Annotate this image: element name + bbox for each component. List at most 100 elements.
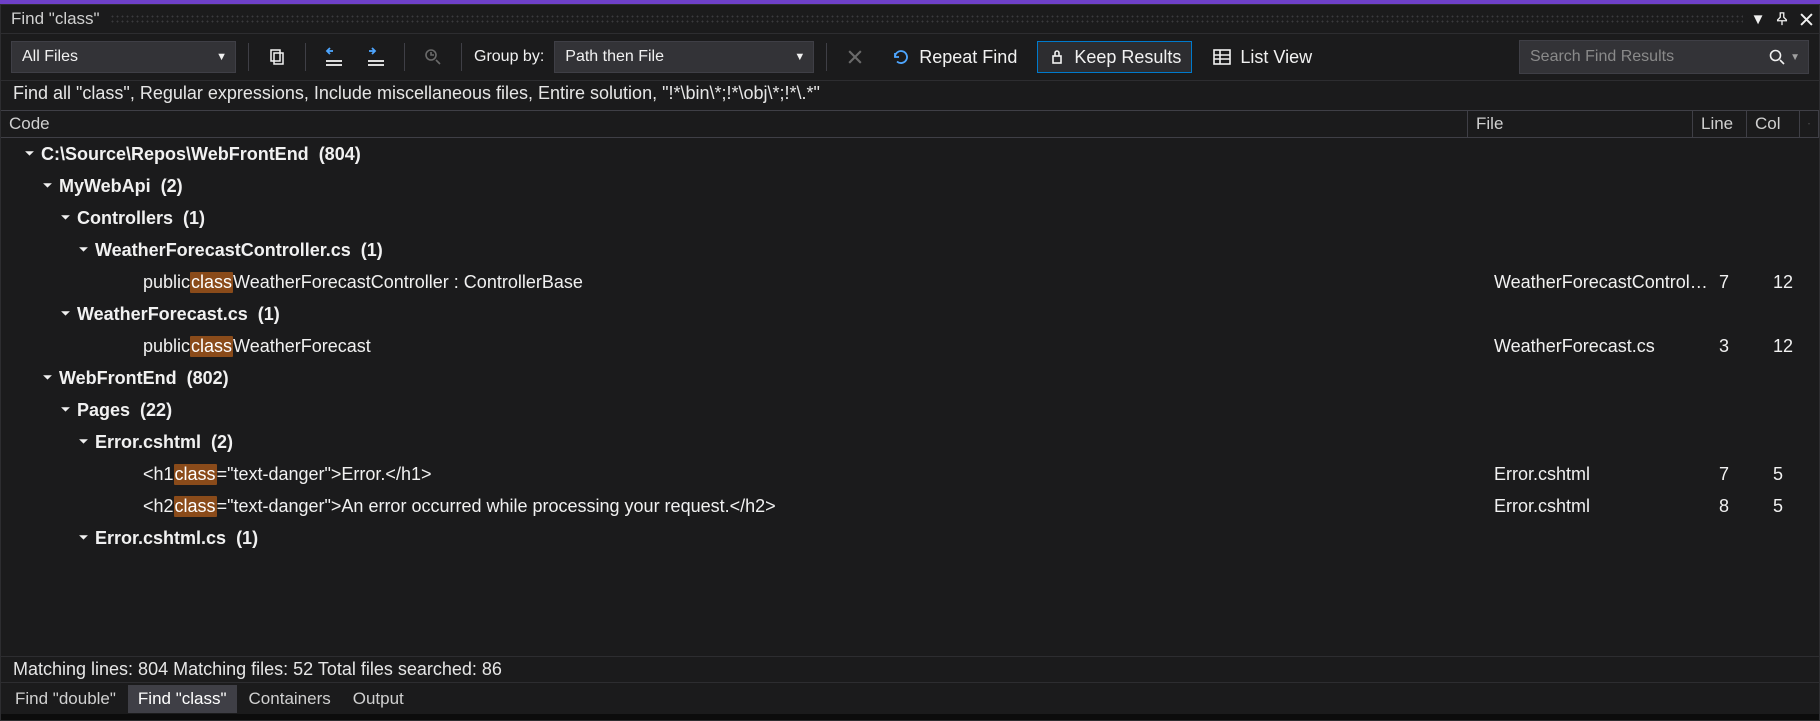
group-count: (22): [130, 400, 172, 421]
chevron-down-icon[interactable]: ▼: [1790, 52, 1800, 63]
match-before: <h1: [143, 464, 174, 485]
scope-combo[interactable]: All Files ▼: [11, 41, 236, 73]
match-after: WeatherForecast: [233, 336, 371, 357]
filter-icon[interactable]: [417, 41, 449, 73]
chevron-down-icon: ▼: [216, 51, 227, 63]
bottom-tab[interactable]: Find "class": [128, 685, 237, 713]
match-highlight: class: [190, 336, 233, 357]
list-view-button[interactable]: List View: [1202, 41, 1322, 73]
copy-icon[interactable]: [261, 41, 293, 73]
titlebar-grip[interactable]: [110, 14, 1743, 24]
expander-icon[interactable]: [57, 405, 73, 416]
match-highlight: class: [174, 464, 217, 485]
match-col: 5: [1765, 496, 1817, 517]
match-before: <h2: [143, 496, 174, 517]
bottom-tab[interactable]: Containers: [239, 685, 341, 713]
toolbar-separator: [461, 43, 462, 71]
list-view-label: List View: [1240, 47, 1312, 68]
tree-group[interactable]: Error.cshtml.cs (1): [1, 522, 1819, 554]
match-highlight: class: [174, 496, 217, 517]
groupby-combo[interactable]: Path then File ▼: [554, 41, 814, 73]
match-col: 12: [1765, 272, 1817, 293]
expander-icon[interactable]: [57, 213, 73, 224]
expander-icon[interactable]: [75, 437, 91, 448]
window-menu-icon[interactable]: ▼: [1749, 10, 1767, 28]
bottom-tabs: Find "double"Find "class"ContainersOutpu…: [1, 682, 1819, 714]
results-tree[interactable]: C:\Source\Repos\WebFrontEnd (804)MyWebAp…: [1, 138, 1819, 656]
expander-icon[interactable]: [75, 245, 91, 256]
column-header-line[interactable]: Line: [1693, 111, 1747, 137]
column-header-code[interactable]: Code: [1, 111, 1468, 137]
column-header-col[interactable]: Col: [1747, 111, 1799, 137]
group-label: Error.cshtml: [95, 432, 201, 453]
repeat-find-button[interactable]: Repeat Find: [881, 41, 1027, 73]
expander-icon[interactable]: [75, 533, 91, 544]
expander-icon[interactable]: [39, 181, 55, 192]
result-row[interactable]: public class WeatherForecastWeatherForec…: [1, 330, 1819, 362]
group-label: MyWebApi: [59, 176, 151, 197]
find-results-panel: Find "class" ▼ All Files ▼: [0, 4, 1820, 721]
search-results-box[interactable]: ▼: [1519, 40, 1809, 74]
match-before: public: [143, 336, 190, 357]
tree-group[interactable]: MyWebApi (2): [1, 170, 1819, 202]
bottom-hairline: [1, 714, 1819, 720]
result-row[interactable]: <h2 class="text-danger">An error occurre…: [1, 490, 1819, 522]
match-line: 7: [1711, 272, 1765, 293]
group-label: WeatherForecast.cs: [77, 304, 248, 325]
expander-icon[interactable]: [57, 309, 73, 320]
group-label: Error.cshtml.cs: [95, 528, 226, 549]
pin-icon[interactable]: [1773, 10, 1791, 28]
search-icon[interactable]: [1768, 48, 1786, 66]
column-header-file[interactable]: File: [1468, 111, 1693, 137]
result-row[interactable]: public class WeatherForecastController :…: [1, 266, 1819, 298]
chevron-down-icon: ▼: [794, 51, 805, 63]
expander-icon[interactable]: [21, 149, 37, 160]
group-count: (2): [151, 176, 183, 197]
group-label: WeatherForecastController.cs: [95, 240, 351, 261]
toolbar-separator: [248, 43, 249, 71]
group-label: Pages: [77, 400, 130, 421]
match-highlight: class: [190, 272, 233, 293]
tree-group[interactable]: Error.cshtml (2): [1, 426, 1819, 458]
scope-combo-label: All Files: [22, 48, 78, 66]
match-after: ="text-danger">An error occurred while p…: [217, 496, 776, 517]
repeat-find-label: Repeat Find: [919, 47, 1017, 68]
panel-title: Find "class": [11, 9, 100, 29]
match-file: Error.cshtml: [1486, 496, 1711, 517]
bottom-tab[interactable]: Output: [343, 685, 414, 713]
result-row[interactable]: <h1 class="text-danger">Error.</h1>Error…: [1, 458, 1819, 490]
group-count: (1): [226, 528, 258, 549]
keep-results-button[interactable]: Keep Results: [1037, 41, 1192, 73]
cancel-search-icon[interactable]: [839, 41, 871, 73]
group-count: (1): [173, 208, 205, 229]
tree-group[interactable]: WeatherForecastController.cs (1): [1, 234, 1819, 266]
expander-icon[interactable]: [39, 373, 55, 384]
toolbar-separator: [404, 43, 405, 71]
tree-group[interactable]: WeatherForecast.cs (1): [1, 298, 1819, 330]
close-icon[interactable]: [1797, 10, 1815, 28]
match-col: 5: [1765, 464, 1817, 485]
match-before: public: [143, 272, 190, 293]
toolbar: All Files ▼: [1, 33, 1819, 81]
titlebar: Find "class" ▼: [1, 5, 1819, 33]
keep-results-label: Keep Results: [1074, 47, 1181, 68]
group-count: (2): [201, 432, 233, 453]
previous-result-icon[interactable]: [318, 41, 350, 73]
match-file: WeatherForecastControlle…: [1486, 272, 1711, 293]
column-headers: Code File Line Col: [1, 110, 1819, 138]
group-label: WebFrontEnd: [59, 368, 177, 389]
tree-group[interactable]: C:\Source\Repos\WebFrontEnd (804): [1, 138, 1819, 170]
group-label: Controllers: [77, 208, 173, 229]
tree-group[interactable]: Controllers (1): [1, 202, 1819, 234]
group-count: (1): [248, 304, 280, 325]
toolbar-separator: [826, 43, 827, 71]
match-after: ="text-danger">Error.</h1>: [217, 464, 432, 485]
next-result-icon[interactable]: [360, 41, 392, 73]
tree-group[interactable]: Pages (22): [1, 394, 1819, 426]
match-col: 12: [1765, 336, 1817, 357]
search-results-input[interactable]: [1530, 48, 1768, 66]
tree-group[interactable]: WebFrontEnd (802): [1, 362, 1819, 394]
bottom-tab[interactable]: Find "double": [5, 685, 126, 713]
status-line: Matching lines: 804 Matching files: 52 T…: [1, 656, 1819, 682]
group-label: C:\Source\Repos\WebFrontEnd: [41, 144, 309, 165]
